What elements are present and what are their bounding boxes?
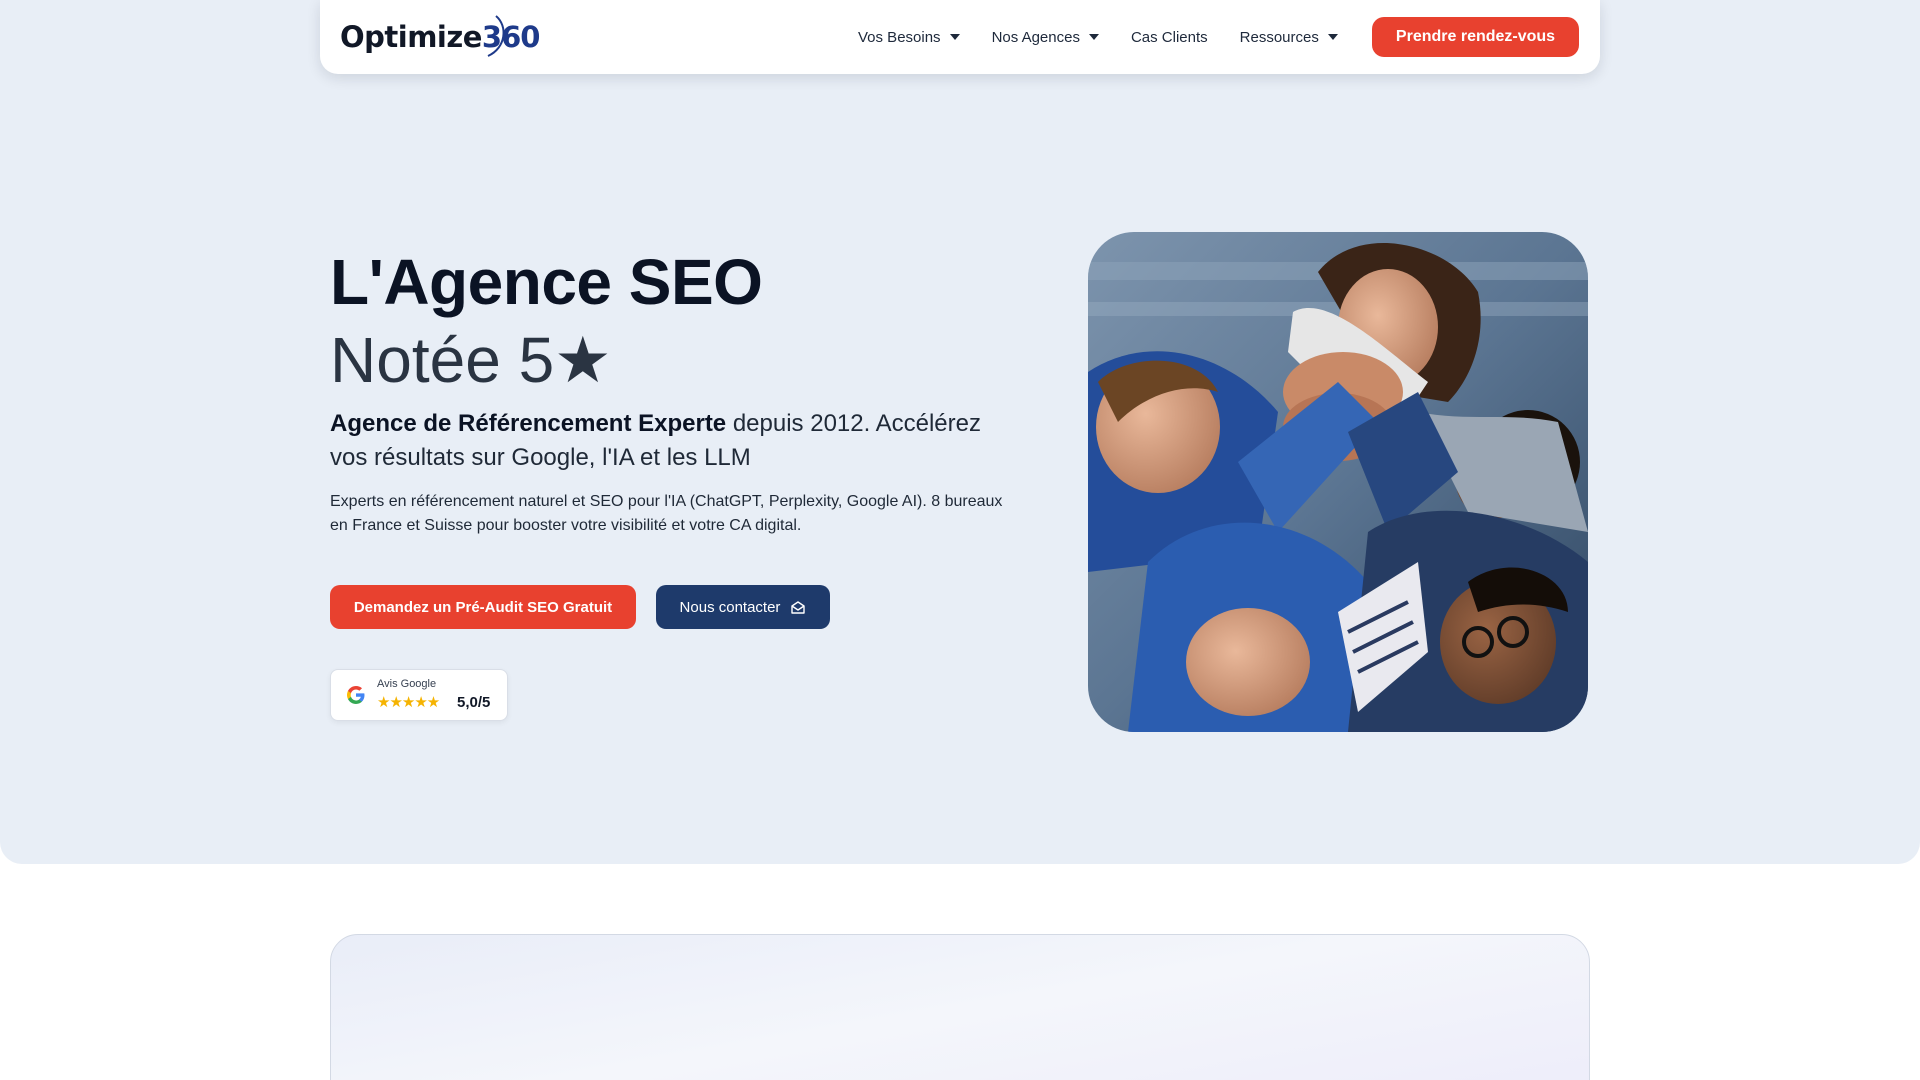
free-seo-audit-button[interactable]: Demandez un Pré-Audit SEO Gratuit: [330, 585, 636, 629]
nav-item-label: Cas Clients: [1130, 28, 1208, 46]
nav-item-label: Vos Besoins: [858, 28, 941, 46]
logo[interactable]: Optimize 360: [340, 14, 540, 60]
nav-item-nos-agences[interactable]: Nos Agences: [992, 29, 1099, 46]
rating-score: 5,0/5: [457, 694, 491, 711]
nav-item-label: Ressources: [1239, 28, 1319, 46]
nav-item-label: Nos Agences: [991, 28, 1080, 46]
page-subtitle: Notée 5★: [330, 324, 612, 396]
hero-tagline: Agence de Référencement Experte depuis 2…: [330, 407, 1020, 475]
rating-stars: ★★★★★: [377, 694, 440, 711]
next-section-card: [330, 934, 1590, 1080]
google-g-icon: [347, 686, 365, 704]
caret-down-icon: [1088, 34, 1099, 40]
envelope-open-icon: [791, 601, 806, 614]
nav-item-cas-clients[interactable]: Cas Clients: [1131, 29, 1208, 46]
main-nav: Vos Besoins Nos Agences Cas Clients Ress…: [858, 0, 1370, 74]
tagline-bold: Agence de Référencement Experte: [330, 410, 727, 437]
nav-item-vos-besoins[interactable]: Vos Besoins: [858, 29, 960, 46]
review-label: Avis Google: [377, 678, 437, 690]
hero-description: Experts en référencement naturel et SEO …: [330, 493, 1003, 534]
contact-button-label: Nous contacter: [679, 598, 781, 616]
page-title: L'Agence SEO: [330, 246, 763, 318]
caret-down-icon: [949, 34, 960, 40]
top-navbar: Optimize 360 Vos Besoins Nos Agences Cas …: [320, 0, 1600, 74]
hero-team-photo: [1088, 232, 1588, 732]
team-high-five-image: [1088, 232, 1588, 732]
caret-down-icon: [1327, 34, 1338, 40]
contact-button[interactable]: Nous contacter: [656, 585, 830, 629]
nav-item-ressources[interactable]: Ressources: [1240, 29, 1338, 46]
logo-swoosh-icon: [487, 15, 505, 57]
google-review-badge[interactable]: Avis Google ★★★★★ 5,0/5: [330, 669, 508, 721]
book-appointment-button[interactable]: Prendre rendez-vous: [1372, 17, 1579, 57]
